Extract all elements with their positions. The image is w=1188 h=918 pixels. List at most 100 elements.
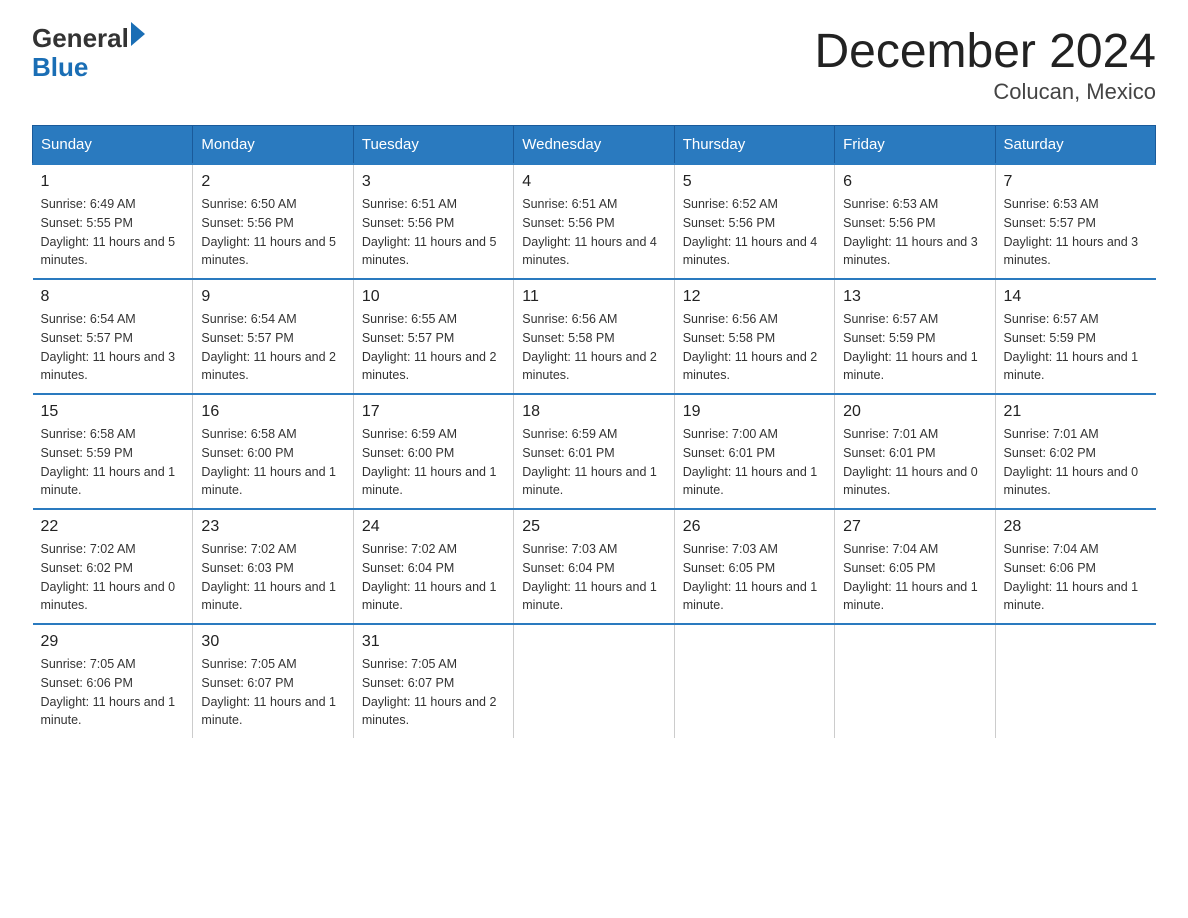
table-row xyxy=(514,624,674,738)
table-row: 22 Sunrise: 7:02 AMSunset: 6:02 PMDaylig… xyxy=(33,509,193,624)
day-number: 3 xyxy=(362,173,505,191)
day-number: 4 xyxy=(522,173,665,191)
day-number: 31 xyxy=(362,633,505,651)
day-number: 15 xyxy=(41,403,185,421)
table-row: 10 Sunrise: 6:55 AMSunset: 5:57 PMDaylig… xyxy=(353,279,513,394)
day-info: Sunrise: 6:55 AMSunset: 5:57 PMDaylight:… xyxy=(362,312,497,382)
day-info: Sunrise: 6:50 AMSunset: 5:56 PMDaylight:… xyxy=(201,197,336,267)
day-info: Sunrise: 6:56 AMSunset: 5:58 PMDaylight:… xyxy=(683,312,818,382)
table-row: 23 Sunrise: 7:02 AMSunset: 6:03 PMDaylig… xyxy=(193,509,353,624)
day-number: 11 xyxy=(522,288,665,306)
day-info: Sunrise: 6:56 AMSunset: 5:58 PMDaylight:… xyxy=(522,312,657,382)
table-row: 24 Sunrise: 7:02 AMSunset: 6:04 PMDaylig… xyxy=(353,509,513,624)
day-info: Sunrise: 6:59 AMSunset: 6:01 PMDaylight:… xyxy=(522,427,657,497)
day-number: 28 xyxy=(1004,518,1148,536)
day-info: Sunrise: 7:02 AMSunset: 6:03 PMDaylight:… xyxy=(201,542,336,612)
day-info: Sunrise: 6:51 AMSunset: 5:56 PMDaylight:… xyxy=(522,197,657,267)
col-saturday: Saturday xyxy=(995,126,1155,165)
table-row: 20 Sunrise: 7:01 AMSunset: 6:01 PMDaylig… xyxy=(835,394,995,509)
day-info: Sunrise: 7:02 AMSunset: 6:04 PMDaylight:… xyxy=(362,542,497,612)
table-row: 26 Sunrise: 7:03 AMSunset: 6:05 PMDaylig… xyxy=(674,509,834,624)
title-block: December 2024 Colucan, Mexico xyxy=(814,24,1156,105)
day-number: 21 xyxy=(1004,403,1148,421)
table-row xyxy=(995,624,1155,738)
col-monday: Monday xyxy=(193,126,353,165)
day-info: Sunrise: 7:00 AMSunset: 6:01 PMDaylight:… xyxy=(683,427,818,497)
day-number: 12 xyxy=(683,288,826,306)
day-info: Sunrise: 6:58 AMSunset: 6:00 PMDaylight:… xyxy=(201,427,336,497)
day-info: Sunrise: 6:59 AMSunset: 6:00 PMDaylight:… xyxy=(362,427,497,497)
table-row: 8 Sunrise: 6:54 AMSunset: 5:57 PMDayligh… xyxy=(33,279,193,394)
day-number: 13 xyxy=(843,288,986,306)
day-info: Sunrise: 6:53 AMSunset: 5:57 PMDaylight:… xyxy=(1004,197,1139,267)
table-row: 14 Sunrise: 6:57 AMSunset: 5:59 PMDaylig… xyxy=(995,279,1155,394)
day-number: 19 xyxy=(683,403,826,421)
table-row: 12 Sunrise: 6:56 AMSunset: 5:58 PMDaylig… xyxy=(674,279,834,394)
day-info: Sunrise: 6:53 AMSunset: 5:56 PMDaylight:… xyxy=(843,197,978,267)
table-row: 19 Sunrise: 7:00 AMSunset: 6:01 PMDaylig… xyxy=(674,394,834,509)
table-row: 17 Sunrise: 6:59 AMSunset: 6:00 PMDaylig… xyxy=(353,394,513,509)
day-info: Sunrise: 6:49 AMSunset: 5:55 PMDaylight:… xyxy=(41,197,176,267)
calendar-week-row: 1 Sunrise: 6:49 AMSunset: 5:55 PMDayligh… xyxy=(33,164,1156,279)
table-row: 3 Sunrise: 6:51 AMSunset: 5:56 PMDayligh… xyxy=(353,164,513,279)
day-number: 30 xyxy=(201,633,344,651)
table-row: 30 Sunrise: 7:05 AMSunset: 6:07 PMDaylig… xyxy=(193,624,353,738)
day-number: 5 xyxy=(683,173,826,191)
calendar-week-row: 22 Sunrise: 7:02 AMSunset: 6:02 PMDaylig… xyxy=(33,509,1156,624)
day-number: 6 xyxy=(843,173,986,191)
day-number: 25 xyxy=(522,518,665,536)
day-info: Sunrise: 6:57 AMSunset: 5:59 PMDaylight:… xyxy=(1004,312,1139,382)
day-number: 23 xyxy=(201,518,344,536)
logo: General Blue xyxy=(32,24,145,81)
day-info: Sunrise: 7:03 AMSunset: 6:05 PMDaylight:… xyxy=(683,542,818,612)
table-row: 25 Sunrise: 7:03 AMSunset: 6:04 PMDaylig… xyxy=(514,509,674,624)
day-number: 7 xyxy=(1004,173,1148,191)
col-friday: Friday xyxy=(835,126,995,165)
day-info: Sunrise: 7:05 AMSunset: 6:06 PMDaylight:… xyxy=(41,657,176,727)
day-number: 16 xyxy=(201,403,344,421)
col-sunday: Sunday xyxy=(33,126,193,165)
table-row: 21 Sunrise: 7:01 AMSunset: 6:02 PMDaylig… xyxy=(995,394,1155,509)
day-info: Sunrise: 7:05 AMSunset: 6:07 PMDaylight:… xyxy=(201,657,336,727)
table-row: 16 Sunrise: 6:58 AMSunset: 6:00 PMDaylig… xyxy=(193,394,353,509)
day-info: Sunrise: 6:54 AMSunset: 5:57 PMDaylight:… xyxy=(201,312,336,382)
table-row: 27 Sunrise: 7:04 AMSunset: 6:05 PMDaylig… xyxy=(835,509,995,624)
day-number: 20 xyxy=(843,403,986,421)
day-info: Sunrise: 7:03 AMSunset: 6:04 PMDaylight:… xyxy=(522,542,657,612)
table-row: 28 Sunrise: 7:04 AMSunset: 6:06 PMDaylig… xyxy=(995,509,1155,624)
col-wednesday: Wednesday xyxy=(514,126,674,165)
table-row: 7 Sunrise: 6:53 AMSunset: 5:57 PMDayligh… xyxy=(995,164,1155,279)
day-number: 17 xyxy=(362,403,505,421)
table-row: 29 Sunrise: 7:05 AMSunset: 6:06 PMDaylig… xyxy=(33,624,193,738)
table-row: 6 Sunrise: 6:53 AMSunset: 5:56 PMDayligh… xyxy=(835,164,995,279)
calendar-subtitle: Colucan, Mexico xyxy=(814,79,1156,105)
day-info: Sunrise: 7:04 AMSunset: 6:06 PMDaylight:… xyxy=(1004,542,1139,612)
col-tuesday: Tuesday xyxy=(353,126,513,165)
day-number: 10 xyxy=(362,288,505,306)
day-info: Sunrise: 7:05 AMSunset: 6:07 PMDaylight:… xyxy=(362,657,497,727)
day-number: 18 xyxy=(522,403,665,421)
calendar-table: Sunday Monday Tuesday Wednesday Thursday… xyxy=(32,125,1156,738)
table-row: 18 Sunrise: 6:59 AMSunset: 6:01 PMDaylig… xyxy=(514,394,674,509)
day-number: 2 xyxy=(201,173,344,191)
day-info: Sunrise: 7:01 AMSunset: 6:01 PMDaylight:… xyxy=(843,427,978,497)
day-number: 29 xyxy=(41,633,185,651)
table-row: 1 Sunrise: 6:49 AMSunset: 5:55 PMDayligh… xyxy=(33,164,193,279)
day-info: Sunrise: 6:51 AMSunset: 5:56 PMDaylight:… xyxy=(362,197,497,267)
table-row: 4 Sunrise: 6:51 AMSunset: 5:56 PMDayligh… xyxy=(514,164,674,279)
day-number: 26 xyxy=(683,518,826,536)
logo-blue-text: Blue xyxy=(32,53,145,82)
day-number: 9 xyxy=(201,288,344,306)
table-row: 13 Sunrise: 6:57 AMSunset: 5:59 PMDaylig… xyxy=(835,279,995,394)
col-thursday: Thursday xyxy=(674,126,834,165)
day-number: 14 xyxy=(1004,288,1148,306)
day-info: Sunrise: 6:54 AMSunset: 5:57 PMDaylight:… xyxy=(41,312,176,382)
day-number: 27 xyxy=(843,518,986,536)
table-row: 9 Sunrise: 6:54 AMSunset: 5:57 PMDayligh… xyxy=(193,279,353,394)
calendar-title: December 2024 xyxy=(814,24,1156,79)
calendar-week-row: 29 Sunrise: 7:05 AMSunset: 6:06 PMDaylig… xyxy=(33,624,1156,738)
day-number: 1 xyxy=(41,173,185,191)
table-row xyxy=(835,624,995,738)
day-number: 24 xyxy=(362,518,505,536)
day-info: Sunrise: 6:57 AMSunset: 5:59 PMDaylight:… xyxy=(843,312,978,382)
